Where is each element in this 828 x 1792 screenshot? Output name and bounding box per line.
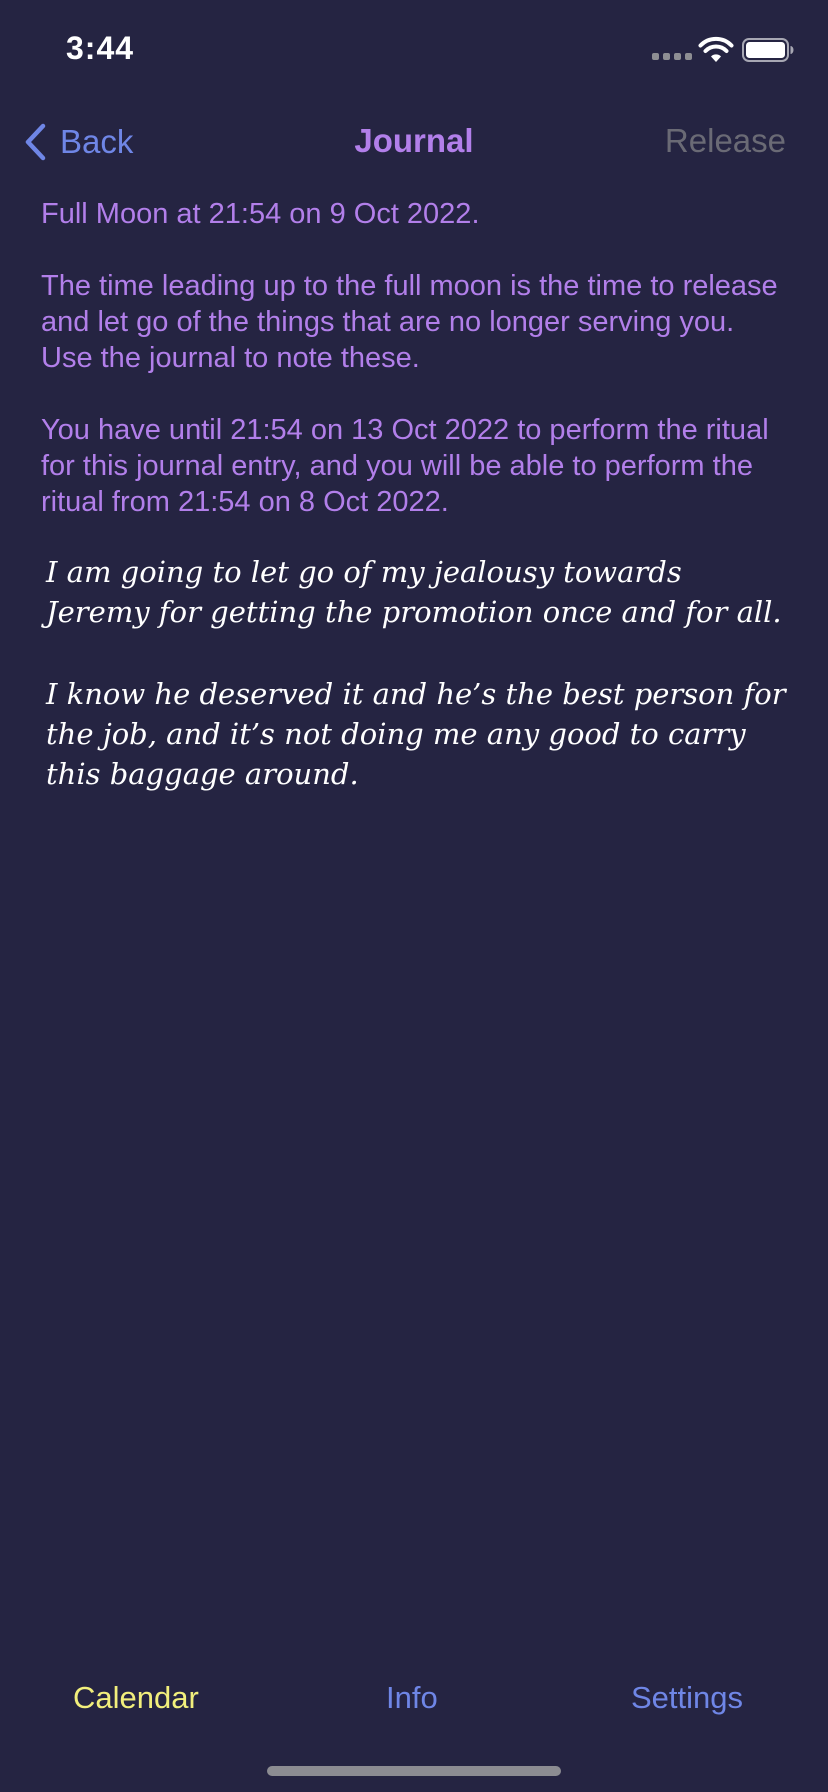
description-text: The time leading up to the full moon is … xyxy=(41,270,778,374)
tab-settings[interactable]: Settings xyxy=(631,1680,743,1716)
deadline-text: You have until 21:54 on 13 Oct 2022 to p… xyxy=(41,414,769,518)
journal-paragraph: I know he deserved it and he’s the best … xyxy=(46,677,786,791)
status-time: 3:44 xyxy=(66,30,135,66)
release-button[interactable]: Release xyxy=(665,122,786,160)
battery-icon xyxy=(742,38,794,62)
journal-paragraph: I am going to let go of my jealousy towa… xyxy=(46,555,782,629)
home-indicator[interactable] xyxy=(267,1766,561,1776)
tab-bar: Calendar Info Settings xyxy=(0,1680,828,1730)
moon-event-text: Full Moon at 21:54 on 9 Oct 2022. xyxy=(41,198,480,230)
navigation-bar: Back Journal Release xyxy=(0,100,828,182)
journal-entry-text-area[interactable]: I am going to let go of my jealousy towa… xyxy=(46,552,786,836)
tab-info[interactable]: Info xyxy=(386,1680,438,1716)
status-bar: 3:44 xyxy=(0,0,828,100)
wifi-icon xyxy=(698,36,734,62)
cellular-signal-icon xyxy=(652,53,694,61)
tab-calendar[interactable]: Calendar xyxy=(73,1680,199,1716)
journal-info: Full Moon at 21:54 on 9 Oct 2022. The ti… xyxy=(41,196,791,556)
